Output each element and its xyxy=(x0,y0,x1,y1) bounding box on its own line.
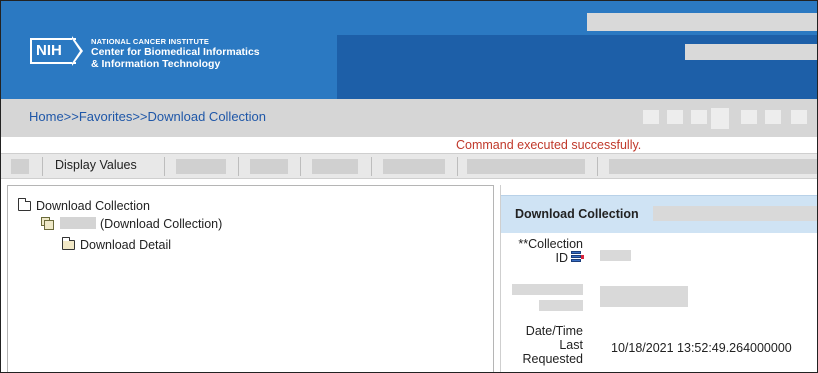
field-label-redacted xyxy=(539,300,583,311)
toolbar-icon-redacted[interactable] xyxy=(691,110,707,124)
tree-node-label: (Download Collection) xyxy=(100,217,223,231)
org-parent: NATIONAL CANCER INSTITUTE xyxy=(91,37,210,46)
toolbar-button-redacted[interactable] xyxy=(609,159,817,174)
org-name: NATIONAL CANCER INSTITUTE Center for Bio… xyxy=(91,37,260,70)
toolbar-icon-redacted[interactable] xyxy=(741,110,757,124)
action-toolbar: Display Values xyxy=(1,153,817,179)
toolbar-button-redacted[interactable] xyxy=(467,159,585,174)
folder-icon xyxy=(17,198,31,211)
org-line-2: & Information Technology xyxy=(91,58,221,70)
collection-tree: Download Collection (Download Collection… xyxy=(7,185,494,372)
folder-icon xyxy=(61,237,75,250)
header-nav-redacted xyxy=(685,44,817,60)
org-line-1: Center for Biomedical Informatics xyxy=(91,46,260,58)
database-icon[interactable] xyxy=(571,251,584,264)
toolbar-button-redacted[interactable] xyxy=(250,159,288,174)
toolbar-icon-redacted[interactable] xyxy=(711,108,729,129)
tree-node-root[interactable]: Download Collection xyxy=(17,198,150,213)
tree-node-label: Download Detail xyxy=(80,238,172,252)
toolbar-button-redacted[interactable] xyxy=(176,159,226,174)
toolbar-button-redacted[interactable] xyxy=(312,159,358,174)
collection-id-value-redacted xyxy=(600,250,631,261)
nih-logo: NIH xyxy=(30,38,76,64)
toolbar-icon-redacted[interactable] xyxy=(643,110,659,124)
breadcrumb-bar: Home>>Favorites>>Download Collection xyxy=(1,99,817,137)
tree-node-label: Download Collection xyxy=(36,199,150,213)
display-values-button[interactable]: Display Values xyxy=(55,158,137,172)
toolbar-icon-redacted[interactable] xyxy=(765,110,781,124)
date-last-requested-value: 10/18/2021 13:52:49.264000000 xyxy=(611,341,792,355)
tree-node-collection[interactable]: (Download Collection) xyxy=(41,217,222,231)
toolbar-button-redacted[interactable] xyxy=(11,159,29,174)
collection-icon xyxy=(41,217,55,230)
user-info-redacted xyxy=(587,13,817,31)
detail-panel: Download Collection **Collection ID Date… xyxy=(500,185,817,372)
toolbar-icon-redacted[interactable] xyxy=(791,110,807,124)
app-window: NIH NATIONAL CANCER INSTITUTE Center for… xyxy=(0,0,818,373)
field-label-redacted xyxy=(512,284,583,295)
date-last-requested-label: Date/Time Last Requested xyxy=(522,324,583,366)
site-header: NIH NATIONAL CANCER INSTITUTE Center for… xyxy=(1,1,817,99)
detail-title-redacted xyxy=(653,206,817,221)
collection-name-redacted xyxy=(60,217,96,229)
tree-node-download-detail[interactable]: Download Detail xyxy=(61,237,172,252)
toolbar-icon-redacted[interactable] xyxy=(667,110,683,124)
field-value-redacted xyxy=(600,286,688,307)
breadcrumb[interactable]: Home>>Favorites>>Download Collection xyxy=(29,109,266,124)
collection-id-label: **Collection ID xyxy=(518,237,584,265)
detail-title: Download Collection xyxy=(515,207,639,221)
toolbar-button-redacted[interactable] xyxy=(383,159,445,174)
status-message: Command executed successfully. xyxy=(456,138,642,152)
detail-header: Download Collection xyxy=(501,195,817,233)
